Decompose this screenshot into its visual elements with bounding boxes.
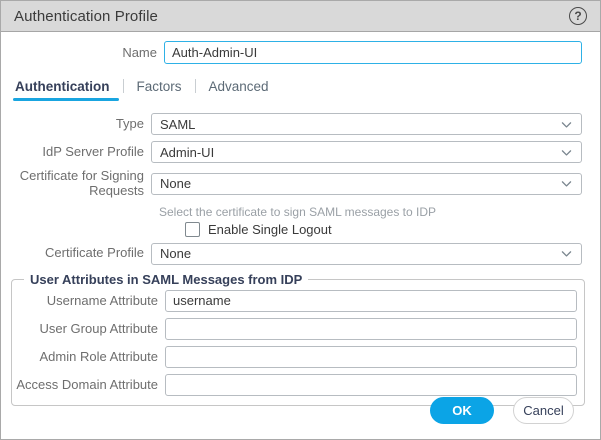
chevron-down-icon	[560, 177, 573, 190]
chevron-down-icon	[560, 146, 573, 159]
certificate-profile-value: None	[160, 246, 554, 261]
certificate-signing-row: Certificate for Signing Requests None	[1, 169, 582, 199]
user-attributes-fieldset: User Attributes in SAML Messages from ID…	[11, 272, 585, 406]
dialog-titlebar: Authentication Profile ?	[1, 1, 600, 32]
access-domain-attribute-row: Access Domain Attribute	[12, 374, 577, 396]
enable-single-logout-row: Enable Single Logout	[185, 222, 600, 237]
username-attribute-input[interactable]	[165, 290, 577, 312]
certificate-signing-label: Certificate for Signing Requests	[1, 169, 151, 199]
certificate-profile-row: Certificate Profile None	[1, 243, 582, 265]
type-label: Type	[1, 117, 151, 132]
certificate-signing-value: None	[160, 176, 554, 191]
name-row: Name	[1, 41, 582, 64]
certificate-signing-hint: Select the certificate to sign SAML mess…	[159, 205, 600, 219]
help-icon[interactable]: ?	[569, 7, 587, 25]
chevron-down-icon	[560, 118, 573, 131]
name-label: Name	[1, 45, 164, 60]
type-row: Type SAML	[1, 113, 582, 135]
authentication-tab-panel: Type SAML IdP Server Profile Admin-UI Ce…	[1, 113, 600, 406]
dialog-footer: OK Cancel	[430, 397, 574, 424]
admin-role-attribute-row: Admin Role Attribute	[12, 346, 577, 368]
idp-server-profile-row: IdP Server Profile Admin-UI	[1, 141, 582, 163]
certificate-profile-label: Certificate Profile	[1, 246, 151, 261]
tab-bar: Authentication Factors Advanced	[15, 75, 600, 97]
idp-server-profile-value: Admin-UI	[160, 145, 554, 160]
tab-advanced[interactable]: Advanced	[196, 75, 282, 97]
idp-server-profile-label: IdP Server Profile	[1, 145, 151, 160]
admin-role-attribute-label: Admin Role Attribute	[12, 349, 165, 364]
enable-single-logout-label: Enable Single Logout	[208, 222, 332, 237]
name-input[interactable]	[164, 41, 582, 64]
access-domain-attribute-input[interactable]	[165, 374, 577, 396]
tab-factors[interactable]: Factors	[124, 75, 195, 97]
ok-button[interactable]: OK	[430, 397, 494, 424]
admin-role-attribute-input[interactable]	[165, 346, 577, 368]
cancel-button[interactable]: Cancel	[513, 397, 574, 424]
enable-single-logout-checkbox[interactable]	[185, 222, 200, 237]
username-attribute-row: Username Attribute	[12, 290, 577, 312]
user-attributes-legend: User Attributes in SAML Messages from ID…	[24, 272, 308, 287]
type-select[interactable]: SAML	[151, 113, 582, 135]
access-domain-attribute-label: Access Domain Attribute	[12, 377, 165, 392]
authentication-profile-dialog: Authentication Profile ? Name Authentica…	[0, 0, 601, 440]
user-group-attribute-input[interactable]	[165, 318, 577, 340]
user-group-attribute-row: User Group Attribute	[12, 318, 577, 340]
type-value: SAML	[160, 117, 554, 132]
certificate-profile-select[interactable]: None	[151, 243, 582, 265]
chevron-down-icon	[560, 247, 573, 260]
certificate-signing-select[interactable]: None	[151, 173, 582, 195]
username-attribute-label: Username Attribute	[12, 293, 165, 308]
idp-server-profile-select[interactable]: Admin-UI	[151, 141, 582, 163]
tab-authentication[interactable]: Authentication	[15, 75, 123, 97]
dialog-title: Authentication Profile	[14, 8, 158, 25]
user-group-attribute-label: User Group Attribute	[12, 321, 165, 336]
